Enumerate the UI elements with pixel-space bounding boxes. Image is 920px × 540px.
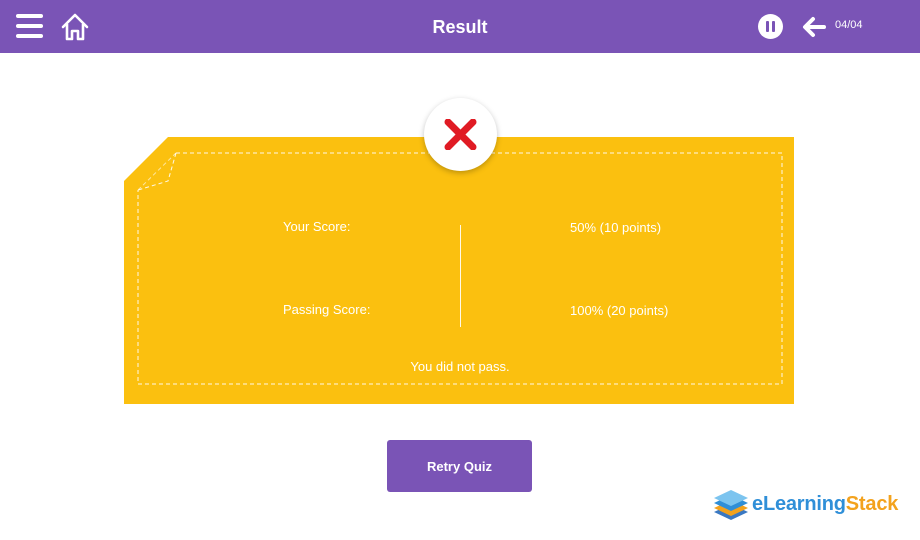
menu-icon[interactable] bbox=[16, 14, 43, 38]
your-score-value: 50% (10 points) bbox=[570, 220, 662, 235]
back-arrow-icon[interactable] bbox=[801, 15, 827, 39]
retry-quiz-button[interactable]: Retry Quiz bbox=[387, 440, 532, 492]
elearningstack-logo: eLearningStack bbox=[712, 490, 912, 524]
top-bar: Result 04/04 bbox=[0, 0, 920, 53]
cross-icon bbox=[444, 119, 477, 150]
passing-score-value: 100% (20 points) bbox=[570, 303, 669, 318]
home-icon[interactable] bbox=[60, 12, 90, 42]
pause-button[interactable] bbox=[758, 14, 783, 39]
your-score-label: Your Score: bbox=[283, 219, 351, 234]
logo-text-stack: Stack bbox=[845, 493, 899, 515]
logo-text-learning: Learning bbox=[762, 493, 846, 515]
result-message: You did not pass. bbox=[410, 359, 510, 374]
slide-counter: 04/04 bbox=[835, 19, 863, 31]
passing-score-label: Passing Score: bbox=[283, 302, 371, 317]
fail-status-badge bbox=[424, 98, 497, 171]
score-divider bbox=[460, 225, 461, 327]
logo-text-e: e bbox=[752, 493, 763, 515]
stacked-books-icon bbox=[714, 490, 748, 520]
